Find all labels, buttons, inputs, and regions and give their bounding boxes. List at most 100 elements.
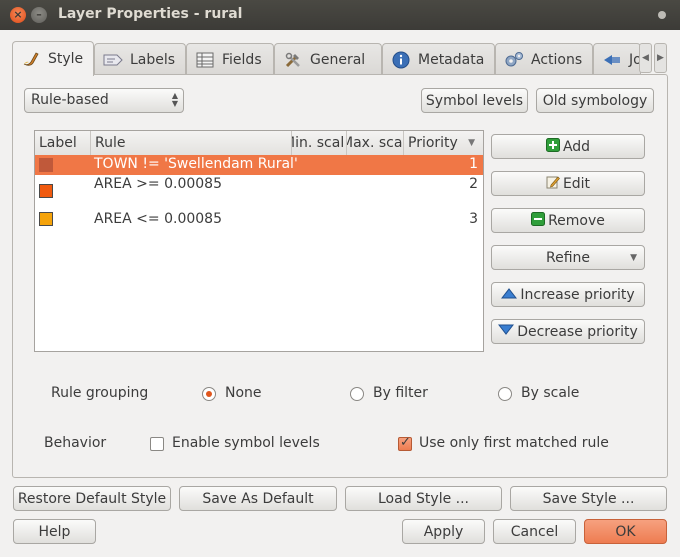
rule-expression: AREA >= 0.00085 [94, 176, 222, 192]
window-menu-icon[interactable] [658, 11, 666, 19]
info-icon [391, 51, 411, 69]
rule-row[interactable]: TOWN != 'Swellendam Rural' 1 [35, 155, 483, 175]
grouping-none-label[interactable]: None [225, 385, 262, 401]
table-grid-icon [195, 51, 215, 69]
first-matched-rule-label[interactable]: Use only first matched rule [419, 435, 609, 451]
column-header-max-scale[interactable]: Max. sca [347, 131, 404, 156]
window-title: Layer Properties - rural [58, 6, 243, 22]
tab-scroll-right-button[interactable]: ▶ [654, 43, 667, 73]
sort-descending-icon: ▼ [468, 138, 475, 148]
rule-expression: TOWN != 'Swellendam Rural' [94, 156, 298, 172]
column-header-priority[interactable]: Priority ▼ [404, 131, 483, 156]
renderer-type-value: Rule-based [31, 92, 109, 108]
apply-button[interactable]: Apply [402, 519, 485, 544]
add-rule-button[interactable]: Add [491, 134, 645, 159]
rule-row[interactable]: AREA <= 0.00085 3 [35, 211, 483, 231]
save-as-default-button[interactable]: Save As Default [179, 486, 337, 511]
tab-labels[interactable]: Labels [94, 43, 186, 75]
tab-style[interactable]: Style [12, 41, 94, 76]
cancel-label: Cancel [510, 523, 559, 540]
help-button[interactable]: Help [13, 519, 96, 544]
remove-rule-button[interactable]: Remove [491, 208, 645, 233]
increase-priority-button[interactable]: Increase priority [491, 282, 645, 307]
enable-symbol-levels-checkbox[interactable] [150, 437, 164, 451]
tools-icon [283, 51, 303, 69]
symbol-levels-label: Symbol levels [425, 92, 524, 109]
save-style-button[interactable]: Save Style ... [510, 486, 667, 511]
old-symbology-button[interactable]: Old symbology [536, 88, 654, 113]
tab-scroll-left-button[interactable]: ◀ [639, 43, 652, 73]
load-style-button[interactable]: Load Style ... [345, 486, 502, 511]
renderer-type-select[interactable]: Rule-based ▲ ▼ [24, 88, 184, 113]
tab-labels-label: Labels [130, 51, 176, 68]
select-arrows-icon: ▲ ▼ [171, 91, 178, 108]
arrow-down-icon [498, 324, 515, 340]
rules-table[interactable]: Label Rule Min. scal Max. sca Priority ▼… [34, 130, 484, 352]
grouping-by-scale-label[interactable]: By scale [521, 385, 579, 401]
ok-label: OK [615, 523, 636, 540]
arrow-up-icon [501, 287, 518, 303]
title-bar: × – Layer Properties - rural [0, 0, 680, 30]
symbol-swatch [39, 184, 53, 198]
old-symbology-label: Old symbology [542, 92, 648, 109]
tab-metadata-label: Metadata [418, 51, 485, 68]
restore-default-style-button[interactable]: Restore Default Style [13, 486, 171, 511]
dropdown-arrow-icon: ▼ [630, 253, 637, 263]
tab-fields-label: Fields [222, 51, 262, 68]
label-tag-icon [103, 51, 123, 69]
tab-actions[interactable]: Actions [495, 43, 593, 75]
tab-fields[interactable]: Fields [186, 43, 274, 75]
symbol-swatch [39, 212, 53, 226]
edit-rule-button[interactable]: Edit [491, 171, 645, 196]
column-header-min-scale[interactable]: Min. scal [292, 131, 347, 156]
gears-icon [504, 51, 524, 69]
behavior-label: Behavior [44, 435, 107, 451]
save-style-label: Save Style ... [542, 490, 635, 507]
rule-expression: AREA <= 0.00085 [94, 211, 222, 227]
grouping-by-filter-label[interactable]: By filter [373, 385, 428, 401]
decrease-priority-label: Decrease priority [517, 323, 638, 340]
enable-symbol-levels-label[interactable]: Enable symbol levels [172, 435, 320, 451]
refine-rule-button[interactable]: Refine ▼ [491, 245, 645, 270]
rule-priority: 2 [469, 176, 478, 192]
help-label: Help [38, 523, 71, 540]
add-rule-label: Add [562, 138, 591, 155]
apply-label: Apply [423, 523, 464, 540]
plus-icon [545, 137, 560, 156]
max-scale-header-text: Max. sca [347, 135, 403, 151]
column-header-rule[interactable]: Rule [91, 131, 292, 156]
remove-rule-label: Remove [548, 212, 605, 229]
paintbrush-icon [21, 50, 41, 68]
tab-style-label: Style [48, 51, 84, 67]
edit-pencil-icon [546, 175, 560, 193]
rule-row[interactable]: AREA >= 0.00085 2 [35, 176, 483, 202]
rule-priority: 3 [469, 211, 478, 227]
symbol-levels-button[interactable]: Symbol levels [421, 88, 528, 113]
tab-actions-label: Actions [531, 51, 583, 68]
refine-rule-label: Refine [545, 249, 591, 266]
rules-table-header: Label Rule Min. scal Max. sca Priority ▼ [35, 131, 483, 156]
join-icon [602, 51, 622, 69]
tab-general[interactable]: General [274, 43, 382, 75]
save-as-default-label: Save As Default [202, 490, 314, 507]
grouping-by-filter-radio[interactable] [350, 387, 364, 401]
cancel-button[interactable]: Cancel [493, 519, 576, 544]
tab-general-label: General [310, 51, 366, 68]
grouping-by-scale-radio[interactable] [498, 387, 512, 401]
minimize-window-button[interactable]: – [31, 7, 47, 23]
ok-button[interactable]: OK [584, 519, 667, 544]
close-window-button[interactable]: × [10, 7, 26, 23]
increase-priority-label: Increase priority [520, 286, 635, 303]
tab-joins[interactable]: Joi [593, 43, 641, 75]
edit-rule-label: Edit [562, 175, 591, 192]
grouping-none-radio[interactable] [202, 387, 216, 401]
rule-grouping-label: Rule grouping [51, 385, 149, 401]
decrease-priority-button[interactable]: Decrease priority [491, 319, 645, 344]
min-scale-header-text: Min. scal [292, 135, 345, 151]
load-style-label: Load Style ... [378, 490, 469, 507]
priority-header-text: Priority [408, 135, 458, 151]
restore-default-style-label: Restore Default Style [17, 490, 167, 507]
first-matched-rule-checkbox[interactable] [398, 435, 412, 451]
tab-metadata[interactable]: Metadata [382, 43, 495, 75]
column-header-label[interactable]: Label [35, 131, 91, 156]
